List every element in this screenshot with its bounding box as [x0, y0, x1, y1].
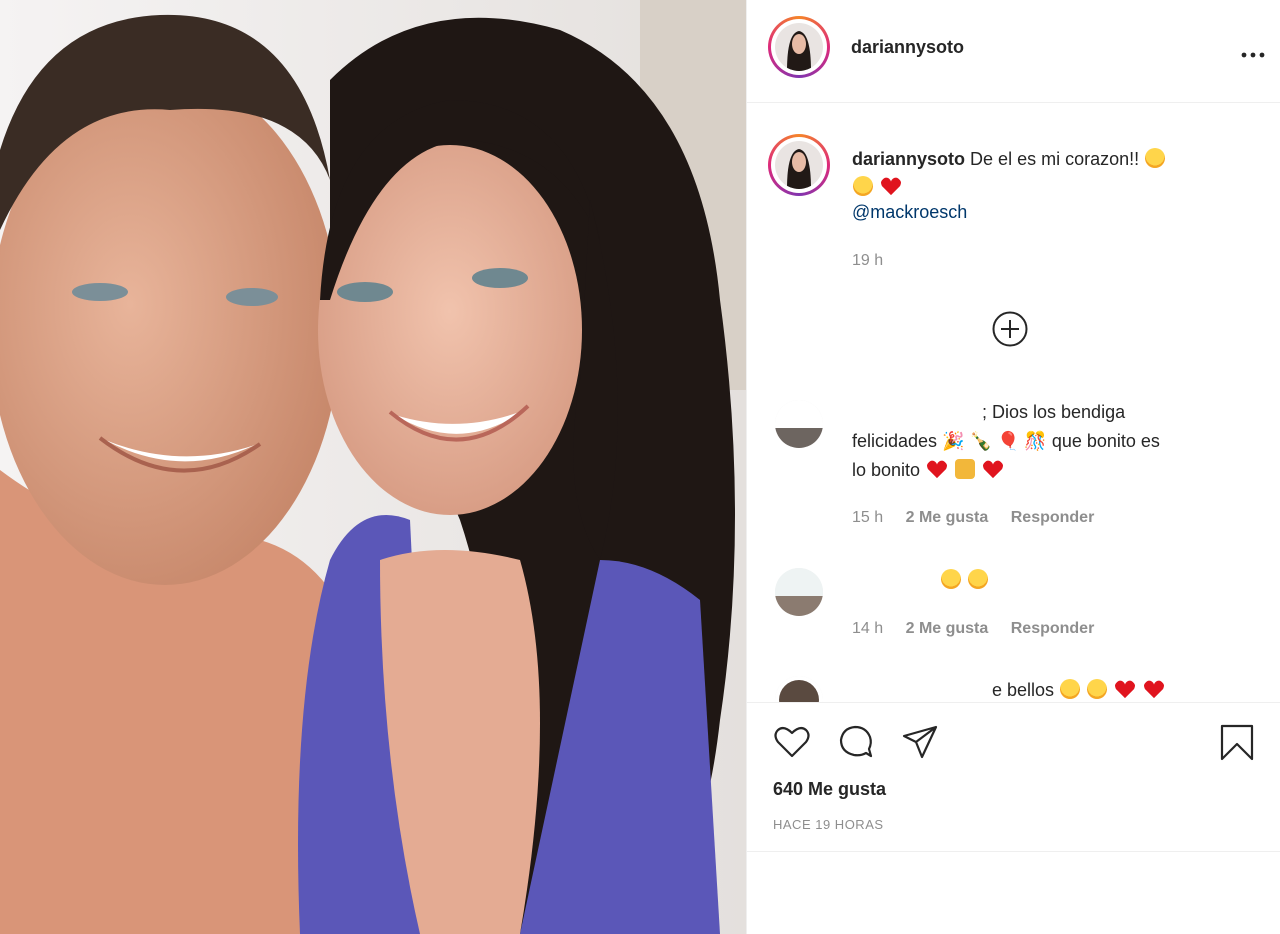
share-icon[interactable]: [900, 722, 940, 762]
comment-avatar[interactable]: [775, 400, 823, 448]
comment-text-line: lo bonito: [852, 456, 1005, 485]
praying-hands-emoji: [955, 459, 976, 479]
post-image: [0, 0, 746, 934]
red-heart-emoji: [1115, 680, 1136, 699]
reply-button[interactable]: Responder: [1011, 509, 1095, 526]
heart-eyes-emoji: [941, 569, 961, 589]
like-icon[interactable]: [772, 722, 812, 762]
caption-mention-link[interactable]: @mackroesch: [852, 202, 967, 223]
smiling-emoji: [853, 176, 873, 196]
heart-eyes-emoji: [1060, 679, 1081, 699]
comment-likes[interactable]: 2 Me gusta: [906, 509, 989, 526]
post-details-panel: dariannysoto dariannysoto De el es mi co…: [746, 0, 1280, 934]
post-header: dariannysoto: [747, 0, 1280, 103]
comment-text-line: felicidades 🎉 🍾 🎈 🎊 que bonito es: [852, 431, 1160, 451]
party-popper-emoji: 🎉: [942, 431, 965, 451]
divider: [747, 851, 1280, 852]
comment-likes[interactable]: 2 Me gusta: [906, 620, 989, 637]
post-actions: 640 Me gusta HACE 19 HORAS: [747, 702, 1280, 934]
comment-time: 15 h: [852, 509, 884, 526]
heart-eyes-emoji: [968, 569, 989, 589]
balloon-emoji: 🎈: [996, 431, 1020, 451]
caption-text: De el es mi corazon!!: [970, 149, 1140, 169]
caption-time: 19 h: [852, 252, 884, 269]
caption: dariannysoto De el es mi corazon!!: [852, 145, 1232, 201]
heart-eyes-emoji: [1145, 148, 1166, 168]
bottle-emoji: 🍾: [969, 431, 992, 451]
more-icon[interactable]: [1241, 38, 1265, 64]
heart-eyes-emoji: [1087, 679, 1108, 699]
post-timestamp: HACE 19 HORAS: [773, 817, 884, 832]
confetti-emoji: 🎊: [1024, 431, 1047, 451]
red-heart-emoji: [927, 460, 948, 479]
reply-button[interactable]: Responder: [1011, 620, 1095, 637]
like-count[interactable]: 640 Me gusta: [773, 779, 886, 800]
comment-meta: 15 h 2 Me gusta Responder: [852, 509, 1112, 527]
load-more-icon[interactable]: [992, 311, 1028, 347]
comment-text-line: e bellos: [992, 676, 1166, 705]
post-photo[interactable]: [0, 0, 746, 934]
comment-time: 14 h: [852, 620, 884, 637]
author-avatar[interactable]: [768, 16, 830, 78]
red-heart-emoji: [1144, 680, 1165, 699]
comment-emoji-line: [940, 566, 989, 595]
save-icon[interactable]: [1217, 722, 1257, 762]
red-heart-emoji: [881, 177, 902, 196]
caption-username[interactable]: dariannysoto: [852, 149, 965, 169]
red-heart-emoji: [983, 460, 1004, 479]
comment-avatar[interactable]: [775, 568, 823, 616]
comment-text-line: ; Dios los bendiga: [982, 402, 1126, 422]
author-username[interactable]: dariannysoto: [851, 37, 964, 58]
comment-meta: 14 h 2 Me gusta Responder: [852, 620, 1112, 638]
caption-avatar[interactable]: [768, 134, 830, 196]
comment-icon[interactable]: [836, 722, 876, 762]
